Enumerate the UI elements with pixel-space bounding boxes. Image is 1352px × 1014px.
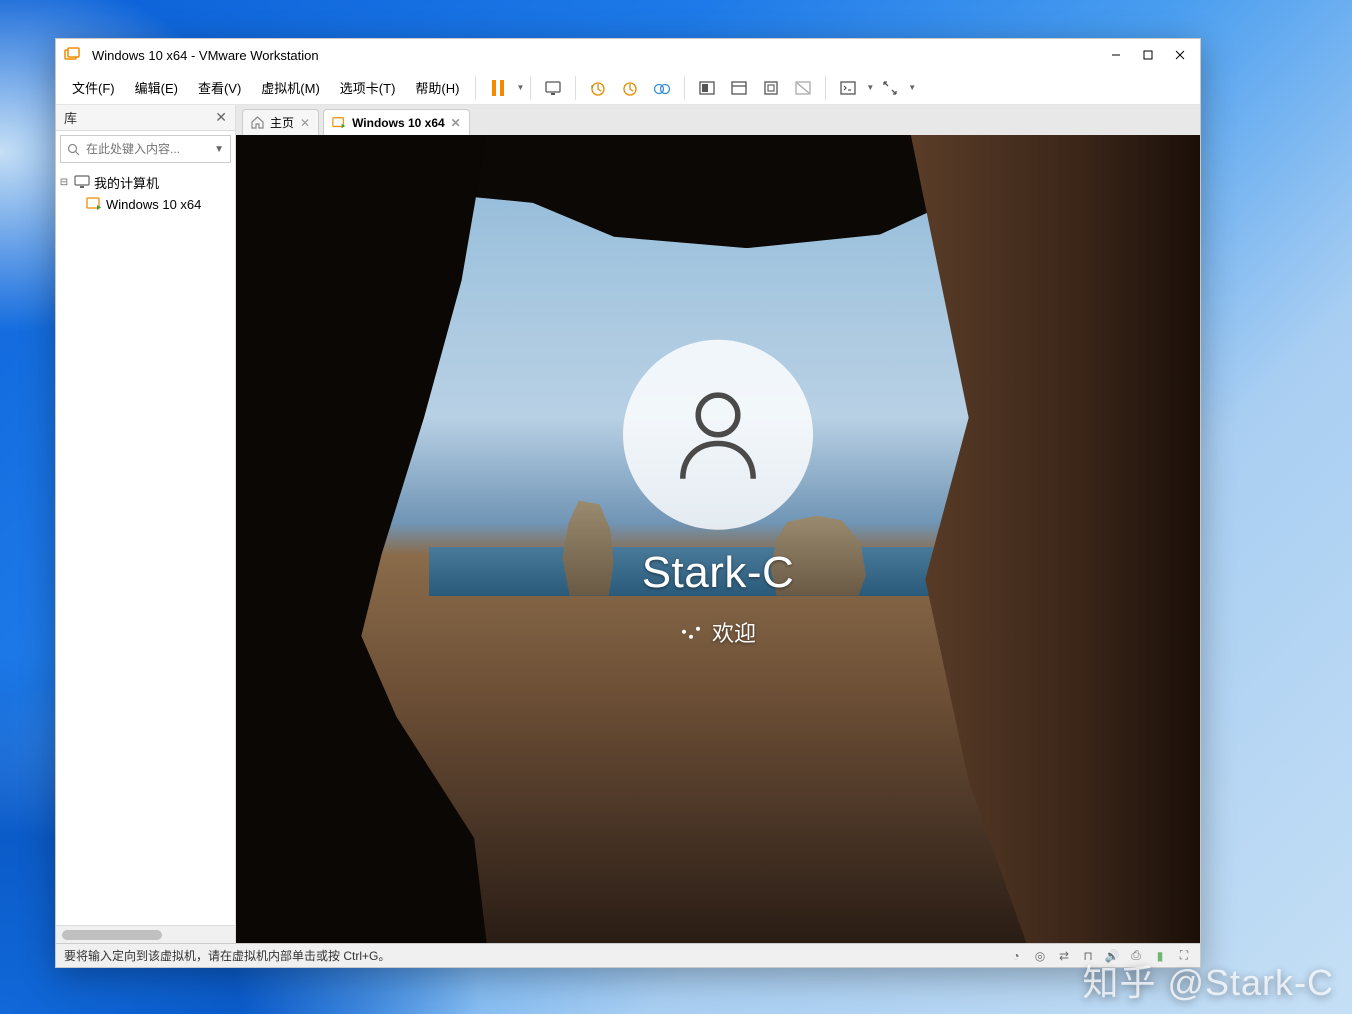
vm-display[interactable]: Stark-C 欢迎 [236, 135, 1200, 943]
snapshot-manager-button[interactable] [648, 74, 676, 102]
power-dropdown[interactable]: ▼ [516, 83, 524, 92]
tree-label: 我的计算机 [94, 173, 159, 192]
separator [475, 76, 476, 100]
monitor-icon [74, 174, 90, 190]
vm-tabs: 主页 ✕ Windows 10 x64 ✕ [236, 105, 1200, 135]
search-dropdown[interactable]: ▼ [214, 144, 224, 155]
search-input[interactable] [86, 142, 208, 156]
menu-vm[interactable]: 虚拟机(M) [251, 72, 330, 103]
separator [825, 76, 826, 100]
tab-close-icon[interactable]: ✕ [300, 116, 310, 130]
console-view-button[interactable] [834, 74, 862, 102]
close-button[interactable] [1164, 39, 1196, 71]
menu-tabs[interactable]: 选项卡(T) [330, 72, 406, 103]
login-status: 欢迎 [680, 616, 756, 648]
menu-view[interactable]: 查看(V) [188, 72, 251, 103]
main-area: 主页 ✕ Windows 10 x64 ✕ [236, 105, 1200, 943]
statusbar: 要将输入定向到该虚拟机，请在虚拟机内部单击或按 Ctrl+G。 ◔ ◎ ⇄ ⊓ … [56, 943, 1200, 967]
menu-help[interactable]: 帮助(H) [405, 72, 469, 103]
tree-node-vm[interactable]: Windows 10 x64 [58, 193, 233, 215]
sidebar-search[interactable]: ▼ [60, 135, 231, 163]
library-sidebar: 库 ✕ ▼ ⊟ 我的计算机 Windows 10 x64 [56, 105, 236, 943]
cd-icon[interactable]: ◎ [1032, 948, 1048, 964]
vmware-icon [64, 47, 80, 63]
sound-icon[interactable]: 🔊 [1104, 948, 1120, 964]
stretch-button[interactable] [876, 74, 904, 102]
usb-icon[interactable]: ⊓ [1080, 948, 1096, 964]
home-icon [251, 116, 264, 129]
show-only-button[interactable] [725, 74, 753, 102]
console-dropdown[interactable]: ▼ [866, 83, 874, 92]
sidebar-close-button[interactable]: ✕ [215, 109, 227, 126]
login-center: Stark-C 欢迎 [623, 340, 813, 648]
menu-edit[interactable]: 编辑(E) [125, 72, 188, 103]
login-username: Stark-C [642, 548, 795, 598]
tree-collapse-icon[interactable]: ⊟ [58, 177, 70, 188]
menubar: 文件(F) 编辑(E) 查看(V) 虚拟机(M) 选项卡(T) 帮助(H) ▼ … [56, 71, 1200, 105]
tab-vm[interactable]: Windows 10 x64 ✕ [323, 109, 470, 135]
status-hint: 要将输入定向到该虚拟机，请在虚拟机内部单击或按 Ctrl+G。 [64, 947, 1008, 964]
titlebar[interactable]: Windows 10 x64 - VMware Workstation [56, 39, 1200, 71]
tree-label: Windows 10 x64 [106, 197, 201, 212]
windows-login-screen: Stark-C 欢迎 [236, 135, 1200, 943]
person-icon [663, 380, 773, 490]
status-device-icons: ◔ ◎ ⇄ ⊓ 🔊 ⎙ ▮ ⛶ [1008, 948, 1192, 964]
tree-node-mycomputer[interactable]: ⊟ 我的计算机 [58, 171, 233, 193]
stretch-dropdown[interactable]: ▼ [908, 83, 916, 92]
snapshot-revert-button[interactable] [616, 74, 644, 102]
user-avatar [623, 340, 813, 530]
pause-button[interactable] [484, 74, 512, 102]
show-console-button[interactable] [693, 74, 721, 102]
tab-label: 主页 [270, 114, 294, 131]
maximize-button[interactable] [1132, 39, 1164, 71]
separator [684, 76, 685, 100]
vm-running-icon [332, 116, 346, 130]
minimize-button[interactable] [1100, 39, 1132, 71]
display-icon[interactable]: ▮ [1152, 948, 1168, 964]
welcome-text: 欢迎 [712, 616, 756, 648]
search-icon [67, 143, 80, 156]
sidebar-scrollbar[interactable] [56, 925, 235, 943]
tab-home[interactable]: 主页 ✕ [242, 109, 319, 135]
vmware-window: Windows 10 x64 - VMware Workstation 文件(F… [55, 38, 1201, 968]
send-ctrl-alt-del-button[interactable] [539, 74, 567, 102]
fullscreen-button[interactable] [757, 74, 785, 102]
sidebar-title: 库 [64, 108, 215, 127]
snapshot-take-button[interactable] [584, 74, 612, 102]
printer-icon[interactable]: ⎙ [1128, 948, 1144, 964]
expand-icon[interactable]: ⛶ [1176, 948, 1192, 964]
vm-running-icon [86, 196, 102, 212]
library-tree: ⊟ 我的计算机 Windows 10 x64 [56, 167, 235, 925]
unity-button[interactable] [789, 74, 817, 102]
sidebar-header: 库 ✕ [56, 105, 235, 131]
menu-file[interactable]: 文件(F) [62, 72, 125, 103]
spinner-icon [680, 621, 702, 643]
tab-close-icon[interactable]: ✕ [451, 116, 461, 130]
separator [575, 76, 576, 100]
network-icon[interactable]: ⇄ [1056, 948, 1072, 964]
separator [530, 76, 531, 100]
tab-label: Windows 10 x64 [352, 116, 445, 130]
disk-icon[interactable]: ◔ [1008, 948, 1024, 964]
window-title: Windows 10 x64 - VMware Workstation [92, 48, 1100, 63]
